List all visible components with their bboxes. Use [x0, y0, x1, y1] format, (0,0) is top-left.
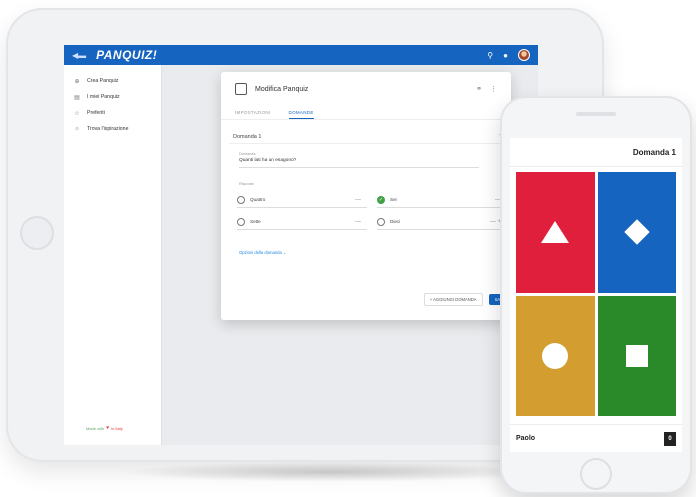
dialog-tabs: IMPOSTAZIONI DOMANDE: [221, 106, 511, 120]
answer-item[interactable]: ✓ Sei —: [377, 192, 507, 208]
edit-panquiz-dialog: Modifica Panquiz ⚭ ⋮ IMPOSTAZIONI DOMAND…: [221, 72, 511, 320]
answer-text: Quattro: [250, 197, 266, 202]
tablet-shadow: [120, 462, 540, 482]
remove-icon[interactable]: —: [355, 219, 361, 225]
plus-circle-icon: ⊕: [74, 78, 80, 85]
answer-item[interactable]: Sette —: [237, 214, 367, 230]
heart-icon: ♥: [106, 425, 110, 431]
footer-credit-right: in Italy: [111, 425, 123, 431]
radio-empty-icon[interactable]: [237, 217, 245, 226]
sidebar: ⊕ Crea Panquiz ▤ I miei Panquiz ☆ Prefer…: [64, 65, 162, 445]
answer-text: Dieci: [390, 219, 401, 224]
phone-home-button: [580, 458, 612, 490]
sidebar-item-preferiti[interactable]: ☆ Preferiti: [64, 105, 161, 121]
phone-speaker: [576, 112, 616, 116]
answer-text: Sette: [250, 219, 261, 224]
diamond-icon: [624, 219, 650, 245]
tab-impostazioni[interactable]: IMPOSTAZIONI: [235, 106, 271, 119]
answer-item[interactable]: Quattro —: [237, 192, 367, 208]
footer-credit-left: Made with: [86, 425, 105, 431]
star-icon: ☆: [74, 110, 80, 117]
lightbulb-icon: ☼: [74, 126, 80, 132]
answer-tile-circle[interactable]: [516, 295, 595, 416]
tablet-screen: ◀▬ PANQUIZ! ⚲ ● ⊕ Crea Panquiz ▤ I miei …: [64, 45, 538, 445]
answers-row-1: Quattro — ✓ Sei —: [237, 192, 511, 208]
phone-question-title: Domanda 1: [632, 148, 676, 157]
tablet-home-button: [20, 216, 54, 250]
player-bar: Paolo 0: [510, 424, 682, 452]
footer-credit: Made with ♥ in Italy: [86, 425, 123, 431]
phone-screen: Domanda 1 Paolo 0: [510, 138, 682, 452]
add-question-button[interactable]: + AGGIUNGI DOMANDA: [423, 293, 483, 306]
sidebar-item-label: Crea Panquiz: [87, 78, 119, 84]
dialog-header: Modifica Panquiz ⚭ ⋮: [221, 72, 511, 106]
remove-icon[interactable]: —: [355, 197, 361, 203]
sidebar-item-label: Preferiti: [87, 110, 105, 116]
app-bar: ◀▬ PANQUIZ! ⚲ ●: [64, 45, 538, 65]
dialog-footer: + AGGIUNGI DOMANDA SALV: [423, 293, 511, 306]
options-link-label: Opzioni della domanda: [239, 250, 282, 255]
question-heading: Domanda 1: [233, 133, 262, 140]
check-circle-icon[interactable]: ✓: [377, 195, 385, 204]
answer-tile-triangle[interactable]: [516, 172, 595, 293]
radio-empty-icon[interactable]: [237, 195, 245, 204]
dialog-title: Modifica Panquiz: [255, 85, 309, 93]
square-icon: [625, 344, 648, 367]
circle-icon: [542, 342, 569, 369]
answer-tiles: [516, 172, 676, 416]
answers-row-2: Sette — Dieci — +: [237, 214, 511, 230]
question-options-link[interactable]: Opzioni della domanda ⌄: [239, 250, 511, 255]
chevron-down-icon: ⌄: [283, 250, 287, 255]
app-logo[interactable]: PANQUIZ!: [96, 48, 157, 62]
question-input[interactable]: Quanti lati ha un esagono?: [239, 158, 479, 168]
sidebar-item-i-miei-panquiz[interactable]: ▤ I miei Panquiz: [64, 89, 161, 105]
back-arrow-icon[interactable]: ◀▬: [72, 51, 86, 60]
answer-tile-square[interactable]: [597, 295, 676, 416]
question-heading-row[interactable]: Domanda 1 ⌃: [229, 130, 503, 144]
answer-tile-diamond[interactable]: [597, 172, 676, 293]
bell-icon[interactable]: ●: [503, 51, 508, 60]
radio-empty-icon[interactable]: [377, 217, 385, 226]
list-box-icon: ▤: [74, 94, 80, 101]
avatar[interactable]: [518, 49, 530, 61]
sidebar-item-label: Trova l'ispirazione: [87, 126, 129, 132]
sidebar-item-trova-ispirazione[interactable]: ☼ Trova l'ispirazione: [64, 121, 161, 137]
player-name: Paolo: [516, 435, 536, 442]
search-icon[interactable]: ⚲: [487, 51, 493, 60]
share-icon[interactable]: ⚭: [476, 85, 482, 93]
sidebar-item-label: I miei Panquiz: [87, 94, 120, 100]
sidebar-item-crea-panquiz[interactable]: ⊕ Crea Panquiz: [64, 73, 161, 89]
answer-text: Sei: [390, 197, 397, 202]
score-badge: 0: [664, 431, 676, 446]
sidebar-nav: ⊕ Crea Panquiz ▤ I miei Panquiz ☆ Prefer…: [64, 65, 161, 137]
phone-device: Domanda 1 Paolo 0: [500, 96, 692, 494]
answer-item[interactable]: Dieci — +: [377, 214, 507, 230]
answers-label: Risposte: [239, 182, 254, 186]
edit-icon: [235, 83, 247, 95]
scene: ◀▬ PANQUIZ! ⚲ ● ⊕ Crea Panquiz ▤ I miei …: [0, 0, 696, 497]
app-bar-actions: ⚲ ●: [487, 49, 530, 61]
dialog-actions: ⚭ ⋮: [476, 85, 497, 93]
tab-domande[interactable]: DOMANDE: [288, 106, 314, 119]
divider: [510, 166, 682, 167]
question-field-label: Domanda: [239, 152, 256, 156]
more-vert-icon[interactable]: ⋮: [490, 85, 497, 93]
triangle-icon: [541, 221, 570, 244]
